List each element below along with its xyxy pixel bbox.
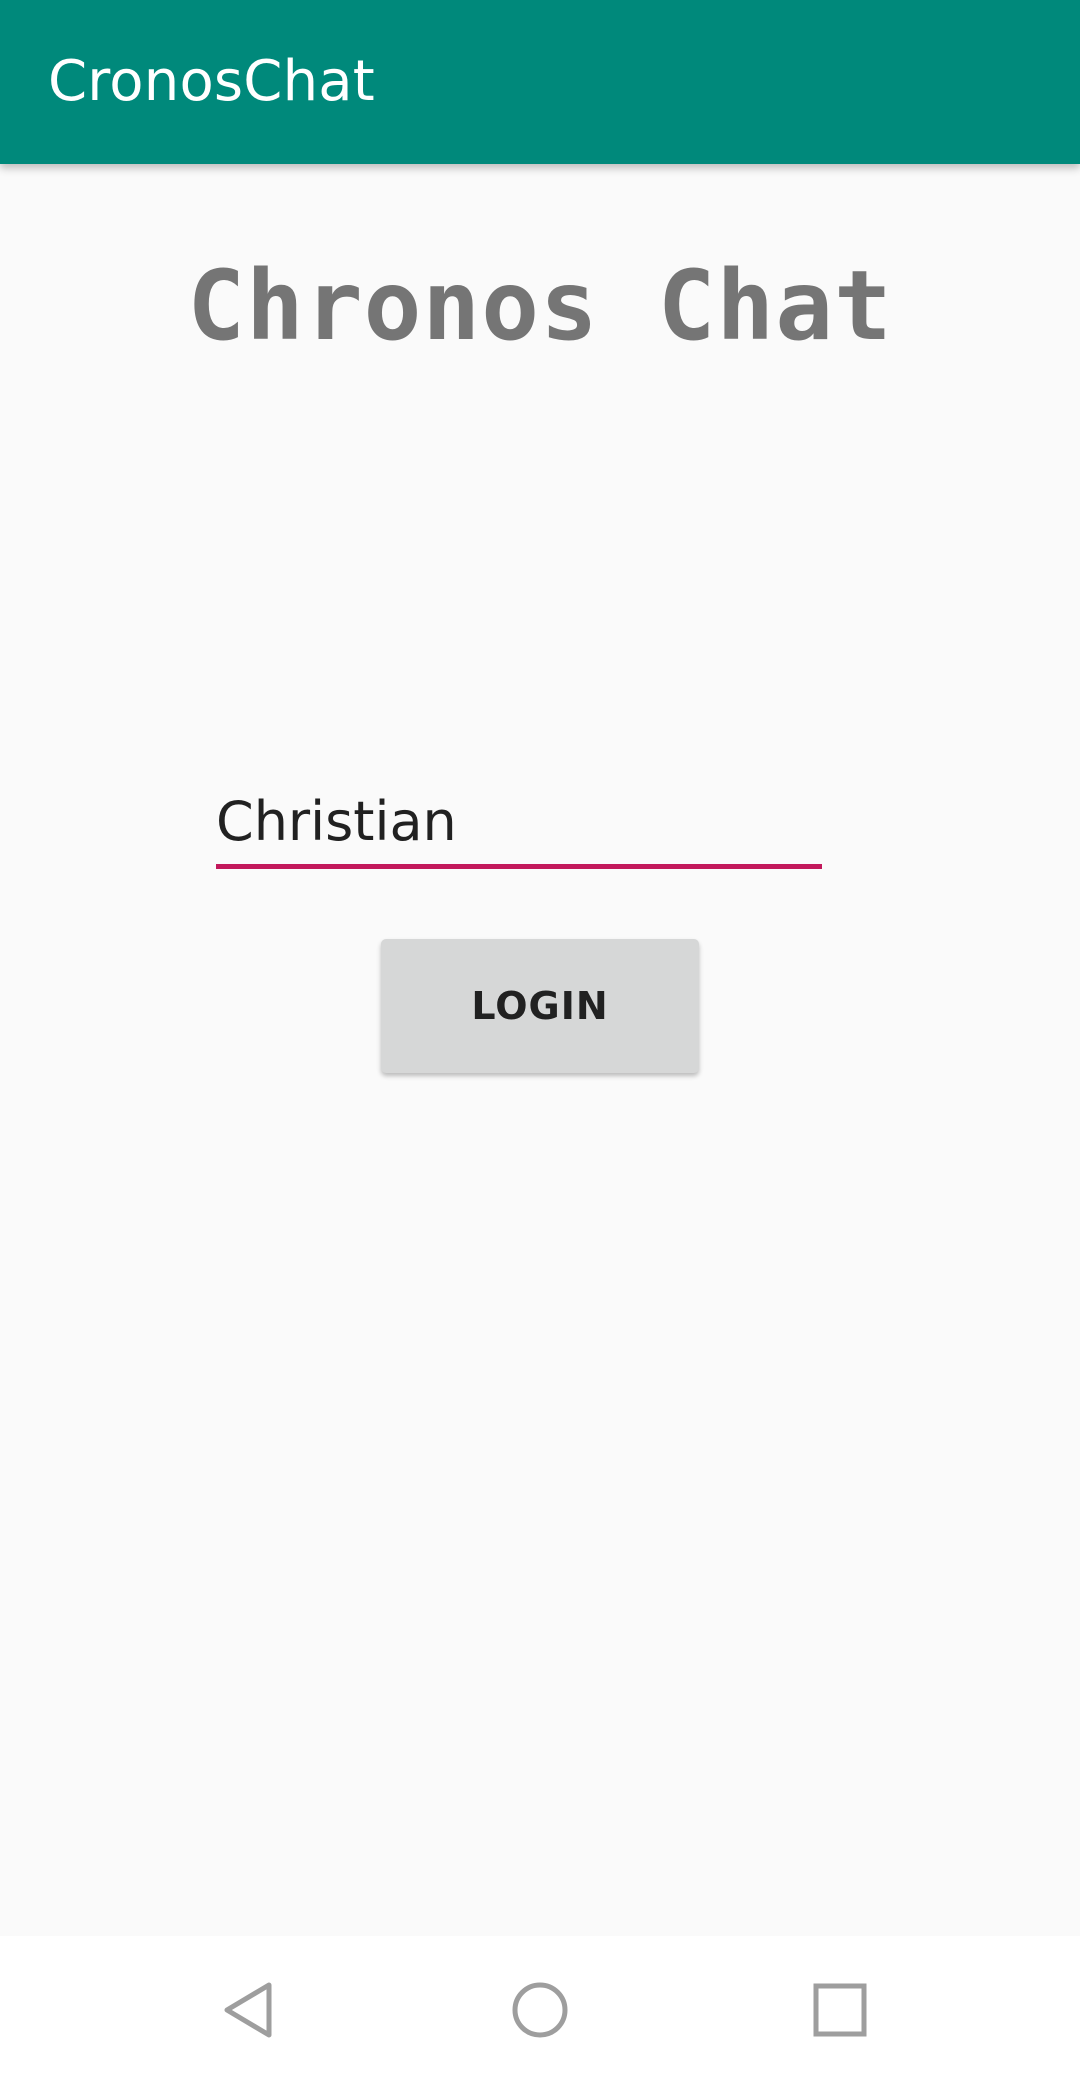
login-button[interactable]: LOGIN (381, 939, 699, 1073)
username-input[interactable] (216, 780, 822, 864)
hero-title: Chronos Chat (187, 250, 893, 362)
username-field[interactable] (216, 780, 822, 870)
nav-recents-button[interactable] (760, 1936, 920, 2084)
app-bar: CronosChat (0, 0, 1080, 164)
nav-home-button[interactable] (460, 1936, 620, 2084)
recents-square-icon (813, 1983, 867, 2037)
navigation-bar (0, 1936, 1080, 2084)
back-triangle-icon (224, 1982, 272, 2038)
home-circle-icon (512, 1982, 568, 2038)
username-input-underline (216, 864, 822, 869)
app-title: CronosChat (48, 49, 375, 114)
login-screen: Chronos Chat LOGIN (0, 164, 1080, 1936)
nav-back-button[interactable] (168, 1936, 328, 2084)
